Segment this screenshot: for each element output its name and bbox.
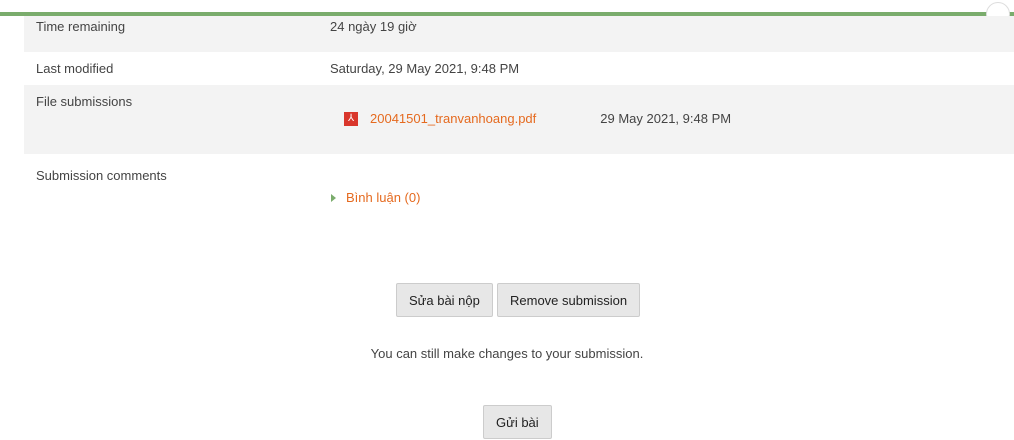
submission-comments-row: Submission comments Bình luận (0) [24,154,1014,234]
comments-link[interactable]: Bình luận (0) [346,190,420,205]
edit-submission-button[interactable]: Sửa bài nộp [396,283,493,317]
submission-status-table: Time remaining 24 ngày 19 giờ Last modif… [24,16,1014,234]
file-entry: ⅄ 20041501_tranvanhoang.pdf 29 May 2021,… [344,111,731,126]
last-modified-row: Last modified Saturday, 29 May 2021, 9:4… [24,52,1014,85]
pdf-icon: ⅄ [344,111,358,126]
expand-triangle-icon [331,193,336,202]
edit-note: You can still make changes to your submi… [370,346,644,361]
file-submissions-row: File submissions ⅄ 20041501_tranvanhoang… [24,85,1014,154]
time-remaining-label: Time remaining [36,19,126,34]
time-remaining-row: Time remaining 24 ngày 19 giờ [24,16,1014,52]
comments-toggle[interactable]: Bình luận (0) [331,190,420,205]
submission-comments-label: Submission comments [36,168,167,183]
file-date: 29 May 2021, 9:48 PM [600,111,732,126]
last-modified-value: Saturday, 29 May 2021, 9:48 PM [330,61,520,76]
time-remaining-value: 24 ngày 19 giờ [330,19,417,34]
submit-assignment-button[interactable]: Gửi bài [483,405,552,439]
remove-submission-button[interactable]: Remove submission [497,283,641,317]
file-link[interactable]: 20041501_tranvanhoang.pdf [370,111,536,126]
last-modified-label: Last modified [36,61,114,76]
file-submissions-label: File submissions [36,94,133,109]
